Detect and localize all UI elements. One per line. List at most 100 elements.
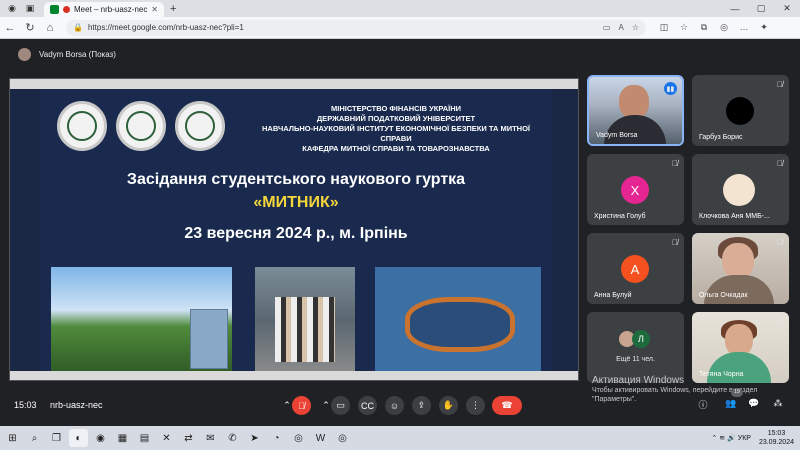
word-app-icon[interactable]: W: [311, 429, 330, 447]
captions-button[interactable]: CC: [358, 396, 377, 415]
presenter-avatar: [18, 48, 31, 61]
participant-tile[interactable]: 🎙̸ Гарбуз Борис: [692, 75, 789, 146]
participant-tile[interactable]: Х 🎙̸ Христина Голуб: [587, 154, 684, 225]
taskbar-clock[interactable]: 15:03 23.09.2024: [759, 429, 794, 447]
muted-mic-icon: 🎙̸: [777, 238, 783, 247]
new-tab-button[interactable]: +: [170, 3, 176, 15]
camera-permission-icon[interactable]: ▭: [603, 23, 611, 32]
tray-overflow-icon[interactable]: ⌃: [711, 434, 717, 442]
people-icon[interactable]: 👥: [723, 398, 739, 412]
profile-avatar-icon[interactable]: ◎: [714, 22, 734, 33]
muted-mic-icon: 🎙̸: [672, 159, 678, 168]
shared-screen[interactable]: МІНІСТЕРСТВО ФІНАНСІВ УКРАЇНИ ДЕРЖАВНИЙ …: [9, 78, 579, 381]
meeting-time: 15:03: [14, 400, 37, 410]
participant-avatar: А: [621, 255, 649, 283]
telegram-app-icon[interactable]: ➤: [245, 429, 264, 447]
participant-tile[interactable]: ▮▮ Vadym Borsa: [587, 75, 684, 146]
participant-tile[interactable]: А 🎙̸ Анна Булуй: [587, 233, 684, 304]
minimize-button[interactable]: —: [722, 0, 748, 17]
start-menu-icon[interactable]: ⊞: [3, 429, 22, 447]
close-window-button[interactable]: ✕: [774, 0, 800, 17]
task-view-icon[interactable]: ❐: [47, 429, 66, 447]
favorites-icon[interactable]: ☆: [674, 22, 694, 33]
meeting-details-icon[interactable]: ⓘ: [695, 398, 711, 412]
teamviewer-app-icon[interactable]: ⇄: [179, 429, 198, 447]
participant-name: Vadym Borsa: [596, 132, 638, 139]
participant-avatar: [726, 97, 754, 125]
store-app-icon[interactable]: ▦: [113, 429, 132, 447]
app-icon[interactable]: ✉: [201, 429, 220, 447]
edge-app-icon[interactable]: ◐: [69, 429, 88, 447]
chrome-app-icon[interactable]: ◎: [289, 429, 308, 447]
close-tab-icon[interactable]: ✕: [151, 5, 158, 14]
wifi-icon[interactable]: ≋: [719, 434, 725, 442]
participant-tile[interactable]: 🎙̸ Ольга Очкадак: [692, 233, 789, 304]
language-indicator[interactable]: УКР: [738, 435, 751, 442]
split-screen-icon[interactable]: ◫: [654, 22, 674, 33]
favorite-star-icon[interactable]: ☆: [632, 23, 639, 32]
students-photo: [255, 267, 355, 375]
app-icon[interactable]: ▤: [135, 429, 154, 447]
url-field[interactable]: 🔒 https://meet.google.com/nrb-uasz-nec?p…: [66, 19, 646, 36]
clock-date: 23.09.2024: [758, 439, 794, 446]
activities-icon[interactable]: ⁂: [770, 398, 786, 412]
excel-app-icon[interactable]: ✕: [157, 429, 176, 447]
maximize-button[interactable]: ▢: [748, 0, 774, 17]
participant-name: Гарбуз Борис: [699, 134, 743, 141]
raise-hand-button[interactable]: ✋: [439, 396, 458, 415]
browser-tab-bar: ◉ ▣ Meet – nrb-uasz-nec ✕ + — ▢ ✕: [0, 0, 800, 17]
presenter-name: Vadym Borsa (Показ): [39, 50, 116, 59]
participant-avatar: Л: [632, 330, 650, 348]
screen: ◉ ▣ Meet – nrb-uasz-nec ✕ + — ▢ ✕ ← ↻ ⌂ …: [0, 0, 800, 450]
presentation-slide: МІНІСТЕРСТВО ФІНАНСІВ УКРАЇНИ ДЕРЖАВНИЙ …: [41, 89, 551, 375]
url-text: https://meet.google.com/nrb-uasz-nec?pli…: [87, 23, 244, 32]
muted-mic-icon: 🎙̸: [777, 159, 783, 168]
emoji-reactions-button[interactable]: ☺: [385, 396, 404, 415]
collections-icon[interactable]: ⧉: [694, 22, 714, 33]
read-aloud-icon[interactable]: A: [618, 23, 623, 32]
address-bar-row: ← ↻ ⌂ 🔒 https://meet.google.com/nrb-uasz…: [0, 17, 800, 39]
tab-title: Meet – nrb-uasz-nec: [74, 5, 148, 14]
app-icon[interactable]: ◉: [91, 429, 110, 447]
participant-name: Ольга Очкадак: [699, 292, 748, 299]
participant-tile[interactable]: 🎙̸ Клочкова Аня ММБ-...: [692, 154, 789, 225]
workspaces-icon[interactable]: ▣: [24, 3, 36, 15]
slide-date-place: 23 вересня 2024 р., м. Ірпінь: [184, 225, 408, 242]
lock-icon[interactable]: 🔒: [73, 23, 83, 32]
back-button[interactable]: ←: [0, 22, 20, 34]
university-logo-3: [175, 101, 225, 151]
meeting-code: nrb-uasz-nec: [50, 400, 103, 410]
participant-name: Анна Булуй: [594, 292, 632, 299]
participant-tile[interactable]: 🎙̸ Тетяна Чорна: [692, 312, 789, 383]
search-icon[interactable]: ⌕: [25, 429, 44, 447]
volume-icon[interactable]: 🔊: [727, 434, 736, 442]
more-options-button[interactable]: ⋮: [466, 396, 485, 415]
meet-favicon-icon: [50, 5, 59, 14]
copilot-icon[interactable]: ✦: [754, 22, 774, 33]
window-controls: — ▢ ✕: [722, 0, 800, 17]
profile-icon[interactable]: ◉: [6, 3, 18, 15]
end-call-button[interactable]: ☎: [492, 396, 522, 415]
participant-avatar: [723, 174, 755, 206]
chat-icon[interactable]: 💬: [746, 398, 762, 412]
speaking-indicator-icon: ▮▮: [664, 82, 677, 95]
slide-header: МІНІСТЕРСТВО ФІНАНСІВ УКРАЇНИ ДЕРЖАВНИЙ …: [251, 104, 541, 154]
browser-tab-meet[interactable]: Meet – nrb-uasz-nec ✕: [44, 2, 164, 17]
more-menu-icon[interactable]: …: [734, 22, 754, 33]
present-screen-button[interactable]: ⇪: [412, 396, 431, 415]
participant-name: Клочкова Аня ММБ-...: [699, 213, 770, 220]
firefox-app-icon[interactable]: ◔: [267, 429, 286, 447]
microphone-toggle-button[interactable]: 🎙̸: [292, 396, 311, 415]
conference-hall-photo: [375, 267, 541, 375]
more-participants-tile[interactable]: Л Ещё 11 чел.: [587, 312, 684, 383]
camera-toggle-button[interactable]: ▭: [331, 396, 350, 415]
header-line: НАВЧАЛЬНО-НАУКОВИЙ ІНСТИТУТ ЕКОНОМІЧНОЇ …: [261, 124, 530, 143]
header-line: ДЕРЖАВНИЙ ПОДАТКОВИЙ УНІВЕРСИТЕТ: [316, 114, 476, 123]
refresh-button[interactable]: ↻: [20, 21, 40, 34]
viber-app-icon[interactable]: ✆: [223, 429, 242, 447]
more-participants-count: Ещё 11 чел.: [616, 356, 655, 363]
people-count-badge: 19: [731, 388, 743, 397]
chrome-app-icon[interactable]: ◎: [333, 429, 352, 447]
clock-time: 15:03: [767, 430, 786, 437]
home-button[interactable]: ⌂: [40, 22, 60, 34]
